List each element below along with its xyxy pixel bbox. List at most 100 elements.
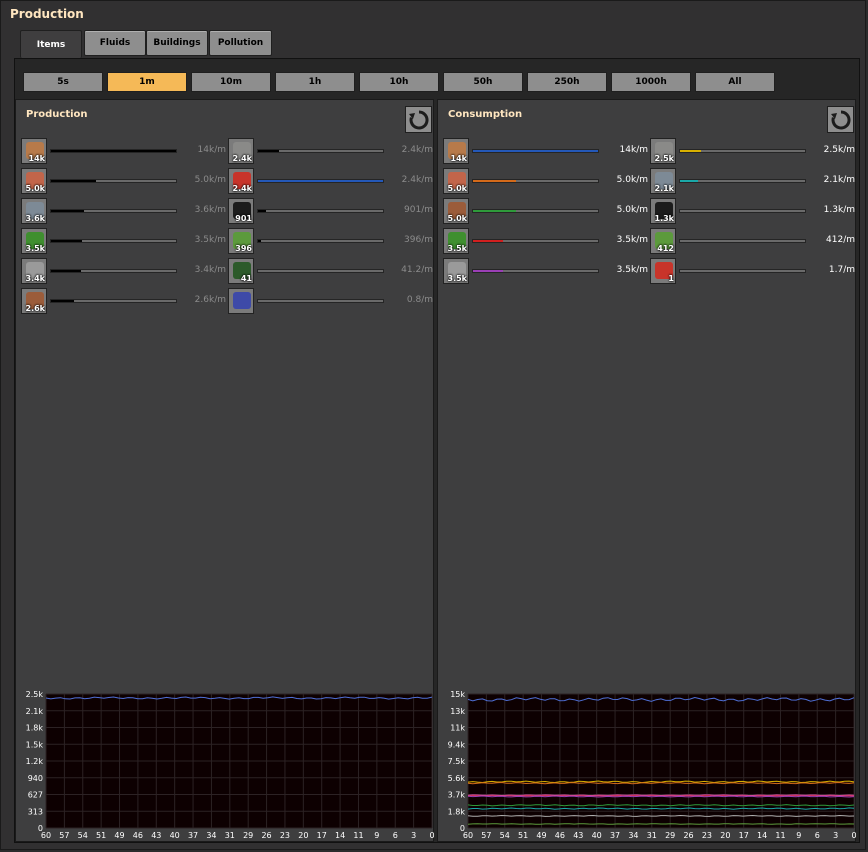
x-tick-label: 23: [702, 831, 712, 840]
tab-label: Buildings: [153, 38, 201, 48]
item-row[interactable]: 412 412/m: [650, 228, 855, 256]
item-rate: 3.5k/m: [194, 235, 226, 245]
item-row[interactable]: 0.8/m: [228, 288, 433, 316]
stone-icon[interactable]: 2.5k: [650, 138, 676, 164]
rate-bar-fill: [473, 270, 503, 272]
x-tick-label: 17: [317, 831, 327, 840]
time-button-10m[interactable]: 10m: [191, 72, 271, 92]
rate-bar-fill: [680, 150, 702, 152]
x-tick-label: 14: [757, 831, 767, 840]
reset-button[interactable]: [827, 106, 854, 133]
green-rock-icon[interactable]: 41: [228, 258, 254, 284]
wood-icon[interactable]: 412: [650, 228, 676, 254]
rate-bar: [472, 269, 599, 273]
copper-ore-chunk-icon[interactable]: 5.0k: [443, 198, 469, 224]
item-row[interactable]: 2.4k 2.4k/m: [228, 138, 433, 166]
tab-items[interactable]: Items: [20, 30, 82, 58]
copper-plate-icon[interactable]: 5.0k: [443, 168, 469, 194]
time-button-label: All: [728, 77, 742, 87]
copper-plate-icon[interactable]: 5.0k: [21, 168, 47, 194]
time-button-label: 50h: [473, 77, 493, 87]
rate-bar-fill: [51, 240, 83, 242]
rate-bar: [50, 239, 177, 243]
copper-ore-icon[interactable]: 14k: [21, 138, 47, 164]
item-count: 1: [668, 274, 674, 283]
item-row[interactable]: 2.4k 2.4k/m: [228, 168, 433, 196]
item-row[interactable]: 901 901/m: [228, 198, 433, 226]
copper-ore-icon[interactable]: 14k: [443, 138, 469, 164]
item-row[interactable]: 3.6k 3.6k/m: [21, 198, 226, 226]
item-row[interactable]: 2.5k 2.5k/m: [650, 138, 855, 166]
item-row[interactable]: 3.5k 3.5k/m: [443, 228, 648, 256]
x-tick-label: 6: [815, 831, 820, 840]
item-row[interactable]: 1 1.7/m: [650, 258, 855, 286]
item-rate: 3.5k/m: [616, 235, 648, 245]
electronic-circuit-icon[interactable]: 3.5k: [443, 228, 469, 254]
time-button-1000h[interactable]: 1000h: [611, 72, 691, 92]
tab-pollution[interactable]: Pollution: [209, 30, 272, 56]
iron-ore-icon[interactable]: 3.6k: [21, 198, 47, 224]
x-tick-label: 51: [518, 831, 528, 840]
item-rate: 14k/m: [619, 145, 648, 155]
rate-bar: [472, 179, 599, 183]
tab-buildings[interactable]: Buildings: [146, 30, 208, 56]
y-tick-label: 11k: [450, 724, 465, 733]
processing-unit-icon[interactable]: [228, 288, 254, 314]
item-rate: 5.0k/m: [194, 175, 226, 185]
rate-bar: [257, 269, 384, 273]
x-tick-label: 29: [243, 831, 253, 840]
wood-icon[interactable]: 396: [228, 228, 254, 254]
item-row[interactable]: 5.0k 5.0k/m: [443, 198, 648, 226]
rate-bar-fill: [680, 180, 698, 182]
title-bar[interactable]: Production: [1, 1, 867, 29]
time-button-label: 1h: [308, 77, 322, 87]
item-row[interactable]: 2.6k 2.6k/m: [21, 288, 226, 316]
advanced-circuit-icon[interactable]: 1: [650, 258, 676, 284]
item-rate: 3.5k/m: [616, 265, 648, 275]
item-count: 5.0k: [447, 214, 468, 223]
x-tick-label: 54: [500, 831, 510, 840]
tab-label: Items: [36, 39, 66, 50]
electronic-circuit-icon[interactable]: 3.5k: [21, 228, 47, 254]
item-row[interactable]: 14k 14k/m: [21, 138, 226, 166]
item-row[interactable]: 396 396/m: [228, 228, 433, 256]
production-window: Production Items Fluids Buildings Pollut…: [0, 0, 866, 850]
iron-plate-icon[interactable]: 3.4k: [21, 258, 47, 284]
item-row[interactable]: 2.1k 2.1k/m: [650, 168, 855, 196]
item-row[interactable]: 5.0k 5.0k/m: [443, 168, 648, 196]
time-button-all[interactable]: All: [695, 72, 775, 92]
advanced-circuit-icon[interactable]: 2.4k: [228, 168, 254, 194]
tab-fluids[interactable]: Fluids: [84, 30, 146, 56]
time-button-250h[interactable]: 250h: [527, 72, 607, 92]
time-button-5s[interactable]: 5s: [23, 72, 103, 92]
item-row[interactable]: 1.3k 1.3k/m: [650, 198, 855, 226]
copper-ore-chunk-icon[interactable]: 2.6k: [21, 288, 47, 314]
item-count: 3.6k: [25, 214, 46, 223]
x-tick-label: 31: [647, 831, 657, 840]
rate-bar: [679, 239, 806, 243]
item-row[interactable]: 3.5k 3.5k/m: [443, 258, 648, 286]
iron-ore-icon[interactable]: 2.1k: [650, 168, 676, 194]
time-button-1h[interactable]: 1h: [275, 72, 355, 92]
item-row[interactable]: 3.5k 3.5k/m: [21, 228, 226, 256]
item-row[interactable]: 3.4k 3.4k/m: [21, 258, 226, 286]
stone-icon[interactable]: 2.4k: [228, 138, 254, 164]
time-button-50h[interactable]: 50h: [443, 72, 523, 92]
rate-bar-fill: [258, 240, 261, 242]
item-row[interactable]: 5.0k 5.0k/m: [21, 168, 226, 196]
x-tick-label: 26: [683, 831, 693, 840]
rate-bar: [679, 149, 806, 153]
coal-icon[interactable]: 1.3k: [650, 198, 676, 224]
consumption-section: Consumption 14k 14k/m 5.0k 5.0k/m 5.0k 5.0k/m…: [437, 99, 857, 842]
reset-button[interactable]: [405, 106, 432, 133]
item-count: 14k: [28, 154, 45, 163]
item-row[interactable]: 14k 14k/m: [443, 138, 648, 166]
coal-icon[interactable]: 901: [228, 198, 254, 224]
item-count: 3.5k: [447, 274, 468, 283]
item-row[interactable]: 41 41.2/m: [228, 258, 433, 286]
time-button-10h[interactable]: 10h: [359, 72, 439, 92]
item-rate: 396/m: [404, 235, 433, 245]
iron-plate-icon[interactable]: 3.5k: [443, 258, 469, 284]
time-button-1m[interactable]: 1m: [107, 72, 187, 92]
rate-bar: [257, 179, 384, 183]
